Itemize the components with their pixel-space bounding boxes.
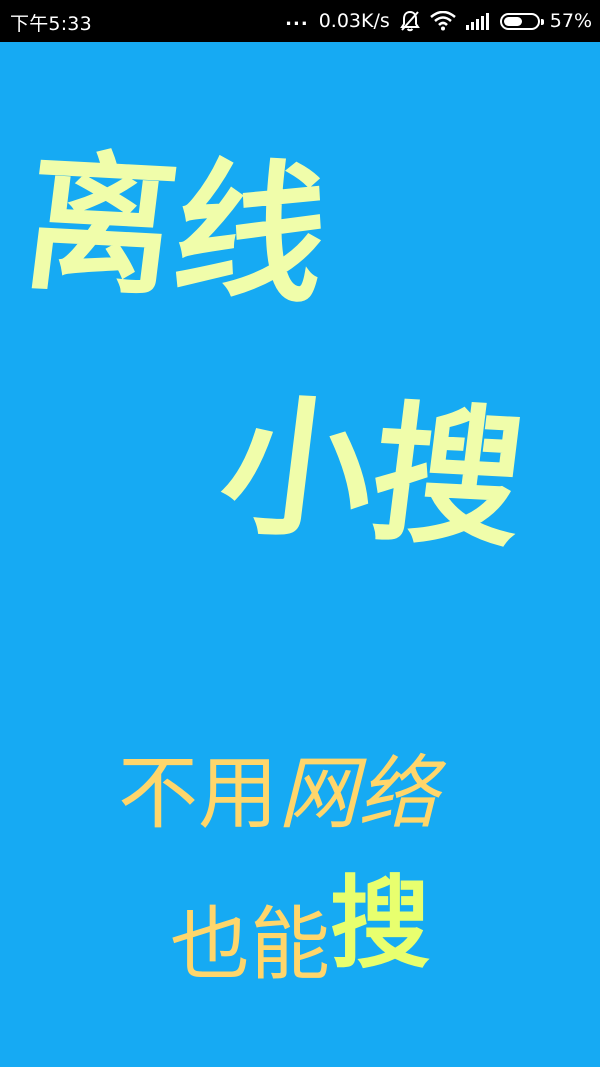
- more-notifications-icon: ...: [285, 8, 309, 30]
- slogan-line-1: 不用网络: [118, 754, 438, 834]
- slogan-line-1-text: 不用: [118, 747, 278, 840]
- status-icons: ... 0.03K/s 57%: [285, 0, 592, 42]
- status-bar: 下午5:33 ... 0.03K/s 57%: [0, 0, 600, 42]
- splash-screen: 下午5:33 ... 0.03K/s 57% 离线 小搜 不用网络 也能搜: [0, 0, 600, 1067]
- battery-percent: 57%: [549, 10, 592, 32]
- slogan-line-2-text: 也能: [170, 898, 330, 991]
- battery-icon: [499, 12, 544, 30]
- app-title-line-1: 离线: [15, 136, 337, 325]
- slogan-line-1-italic-text: 网络: [278, 747, 438, 840]
- slogan-line-2: 也能搜: [170, 874, 430, 991]
- mute-bell-icon: [399, 10, 420, 32]
- slogan-emphasis-text: 搜: [330, 865, 430, 982]
- signal-icon: [465, 12, 490, 30]
- status-time: 下午5:33: [10, 13, 92, 35]
- wifi-icon: [429, 11, 456, 31]
- app-title-line-2: 小搜: [212, 380, 534, 569]
- network-speed: 0.03K/s: [318, 10, 390, 32]
